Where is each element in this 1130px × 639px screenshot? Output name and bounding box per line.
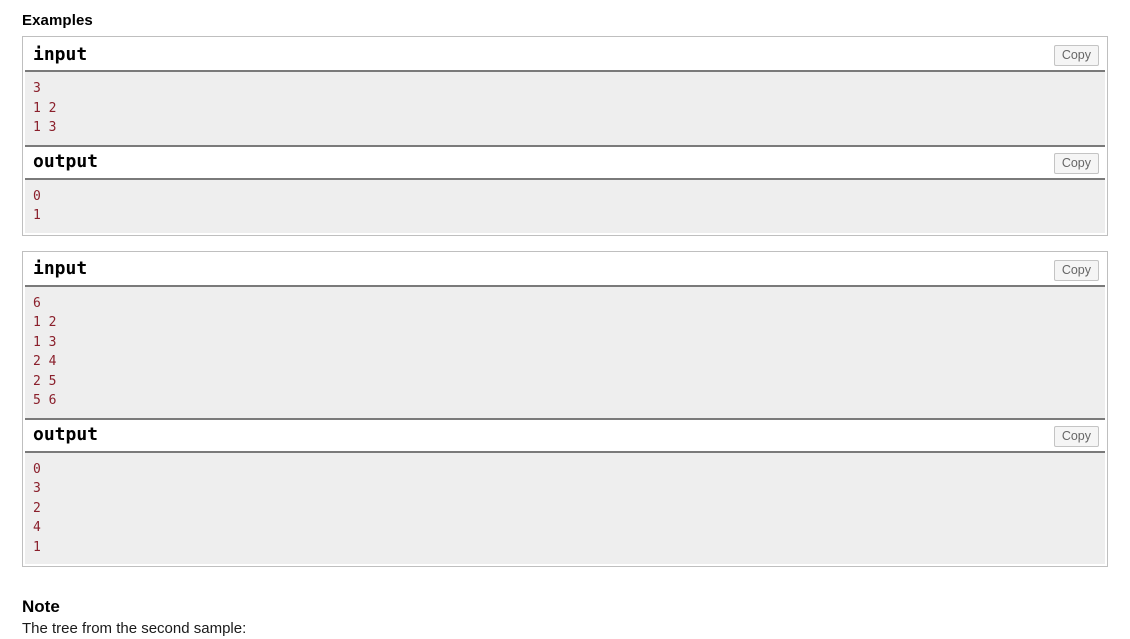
data-line: 1 2 bbox=[33, 100, 57, 116]
sample-input-group: input Copy 6 1 2 1 3 2 4 2 5 5 6 bbox=[25, 253, 1105, 420]
problem-statement-examples-page: Examples input Copy 3 1 2 1 3 output Copy … bbox=[0, 0, 1130, 639]
data-line: 3 bbox=[33, 481, 41, 496]
data-line: 6 bbox=[33, 295, 41, 311]
sample-input-title: input bbox=[33, 258, 88, 279]
sample-output-group: output Copy 01 bbox=[25, 146, 1105, 233]
sample-test-block: input Copy 31 21 3 output Copy 01 bbox=[22, 36, 1108, 236]
copy-output-button[interactable]: Copy bbox=[1053, 425, 1099, 447]
data-line: 5 6 bbox=[33, 393, 57, 408]
sample-output-data: 0 3 2 4 1 bbox=[25, 452, 1105, 564]
copy-input-button[interactable]: Copy bbox=[1053, 259, 1099, 281]
data-line: 3 bbox=[33, 81, 41, 96]
sample-input-data: 6 1 2 1 3 2 4 2 5 5 6 bbox=[25, 286, 1105, 420]
sample-output-title-bar: output Copy bbox=[25, 419, 1105, 453]
data-line: 1 3 bbox=[33, 334, 57, 350]
sample-input-data: 3 1 2 1 3 bbox=[25, 72, 1105, 147]
data-line: 0 bbox=[33, 461, 41, 477]
data-line: 2 bbox=[33, 500, 41, 516]
copy-output-button[interactable]: Copy bbox=[1053, 152, 1099, 174]
data-line: 1 3 bbox=[33, 120, 57, 135]
data-line: 2 4 bbox=[33, 354, 57, 369]
note-text: The tree from the second sample: bbox=[22, 620, 247, 637]
data-line: 4 bbox=[33, 520, 41, 535]
sample-input-title-bar: input Copy bbox=[25, 39, 1105, 72]
sample-output-data: 01 bbox=[25, 179, 1105, 233]
data-line: 0 bbox=[33, 188, 41, 204]
examples-heading: Examples bbox=[22, 12, 93, 29]
sample-output-group: output Copy 0 3 2 4 1 bbox=[25, 419, 1105, 564]
data-line: 1 2 bbox=[33, 315, 57, 330]
data-line: 2 5 bbox=[33, 373, 57, 389]
sample-output-title: output bbox=[33, 151, 99, 172]
data-line: 1 bbox=[33, 208, 41, 223]
sample-input-title: input bbox=[33, 43, 88, 65]
sample-input-group: input Copy 3 1 2 1 3 bbox=[25, 39, 1105, 147]
sample-test-block: input Copy 6 1 2 1 3 2 4 2 5 5 6 output Copy … bbox=[22, 250, 1108, 567]
sample-input-title-bar: input Copy bbox=[25, 253, 1105, 287]
copy-input-button[interactable]: Copy bbox=[1053, 45, 1099, 66]
sample-output-title-bar: output Copy bbox=[25, 146, 1105, 180]
data-line: 1 bbox=[33, 539, 41, 555]
sample-output-title: output bbox=[33, 424, 99, 445]
note-heading: Note bbox=[22, 597, 60, 616]
